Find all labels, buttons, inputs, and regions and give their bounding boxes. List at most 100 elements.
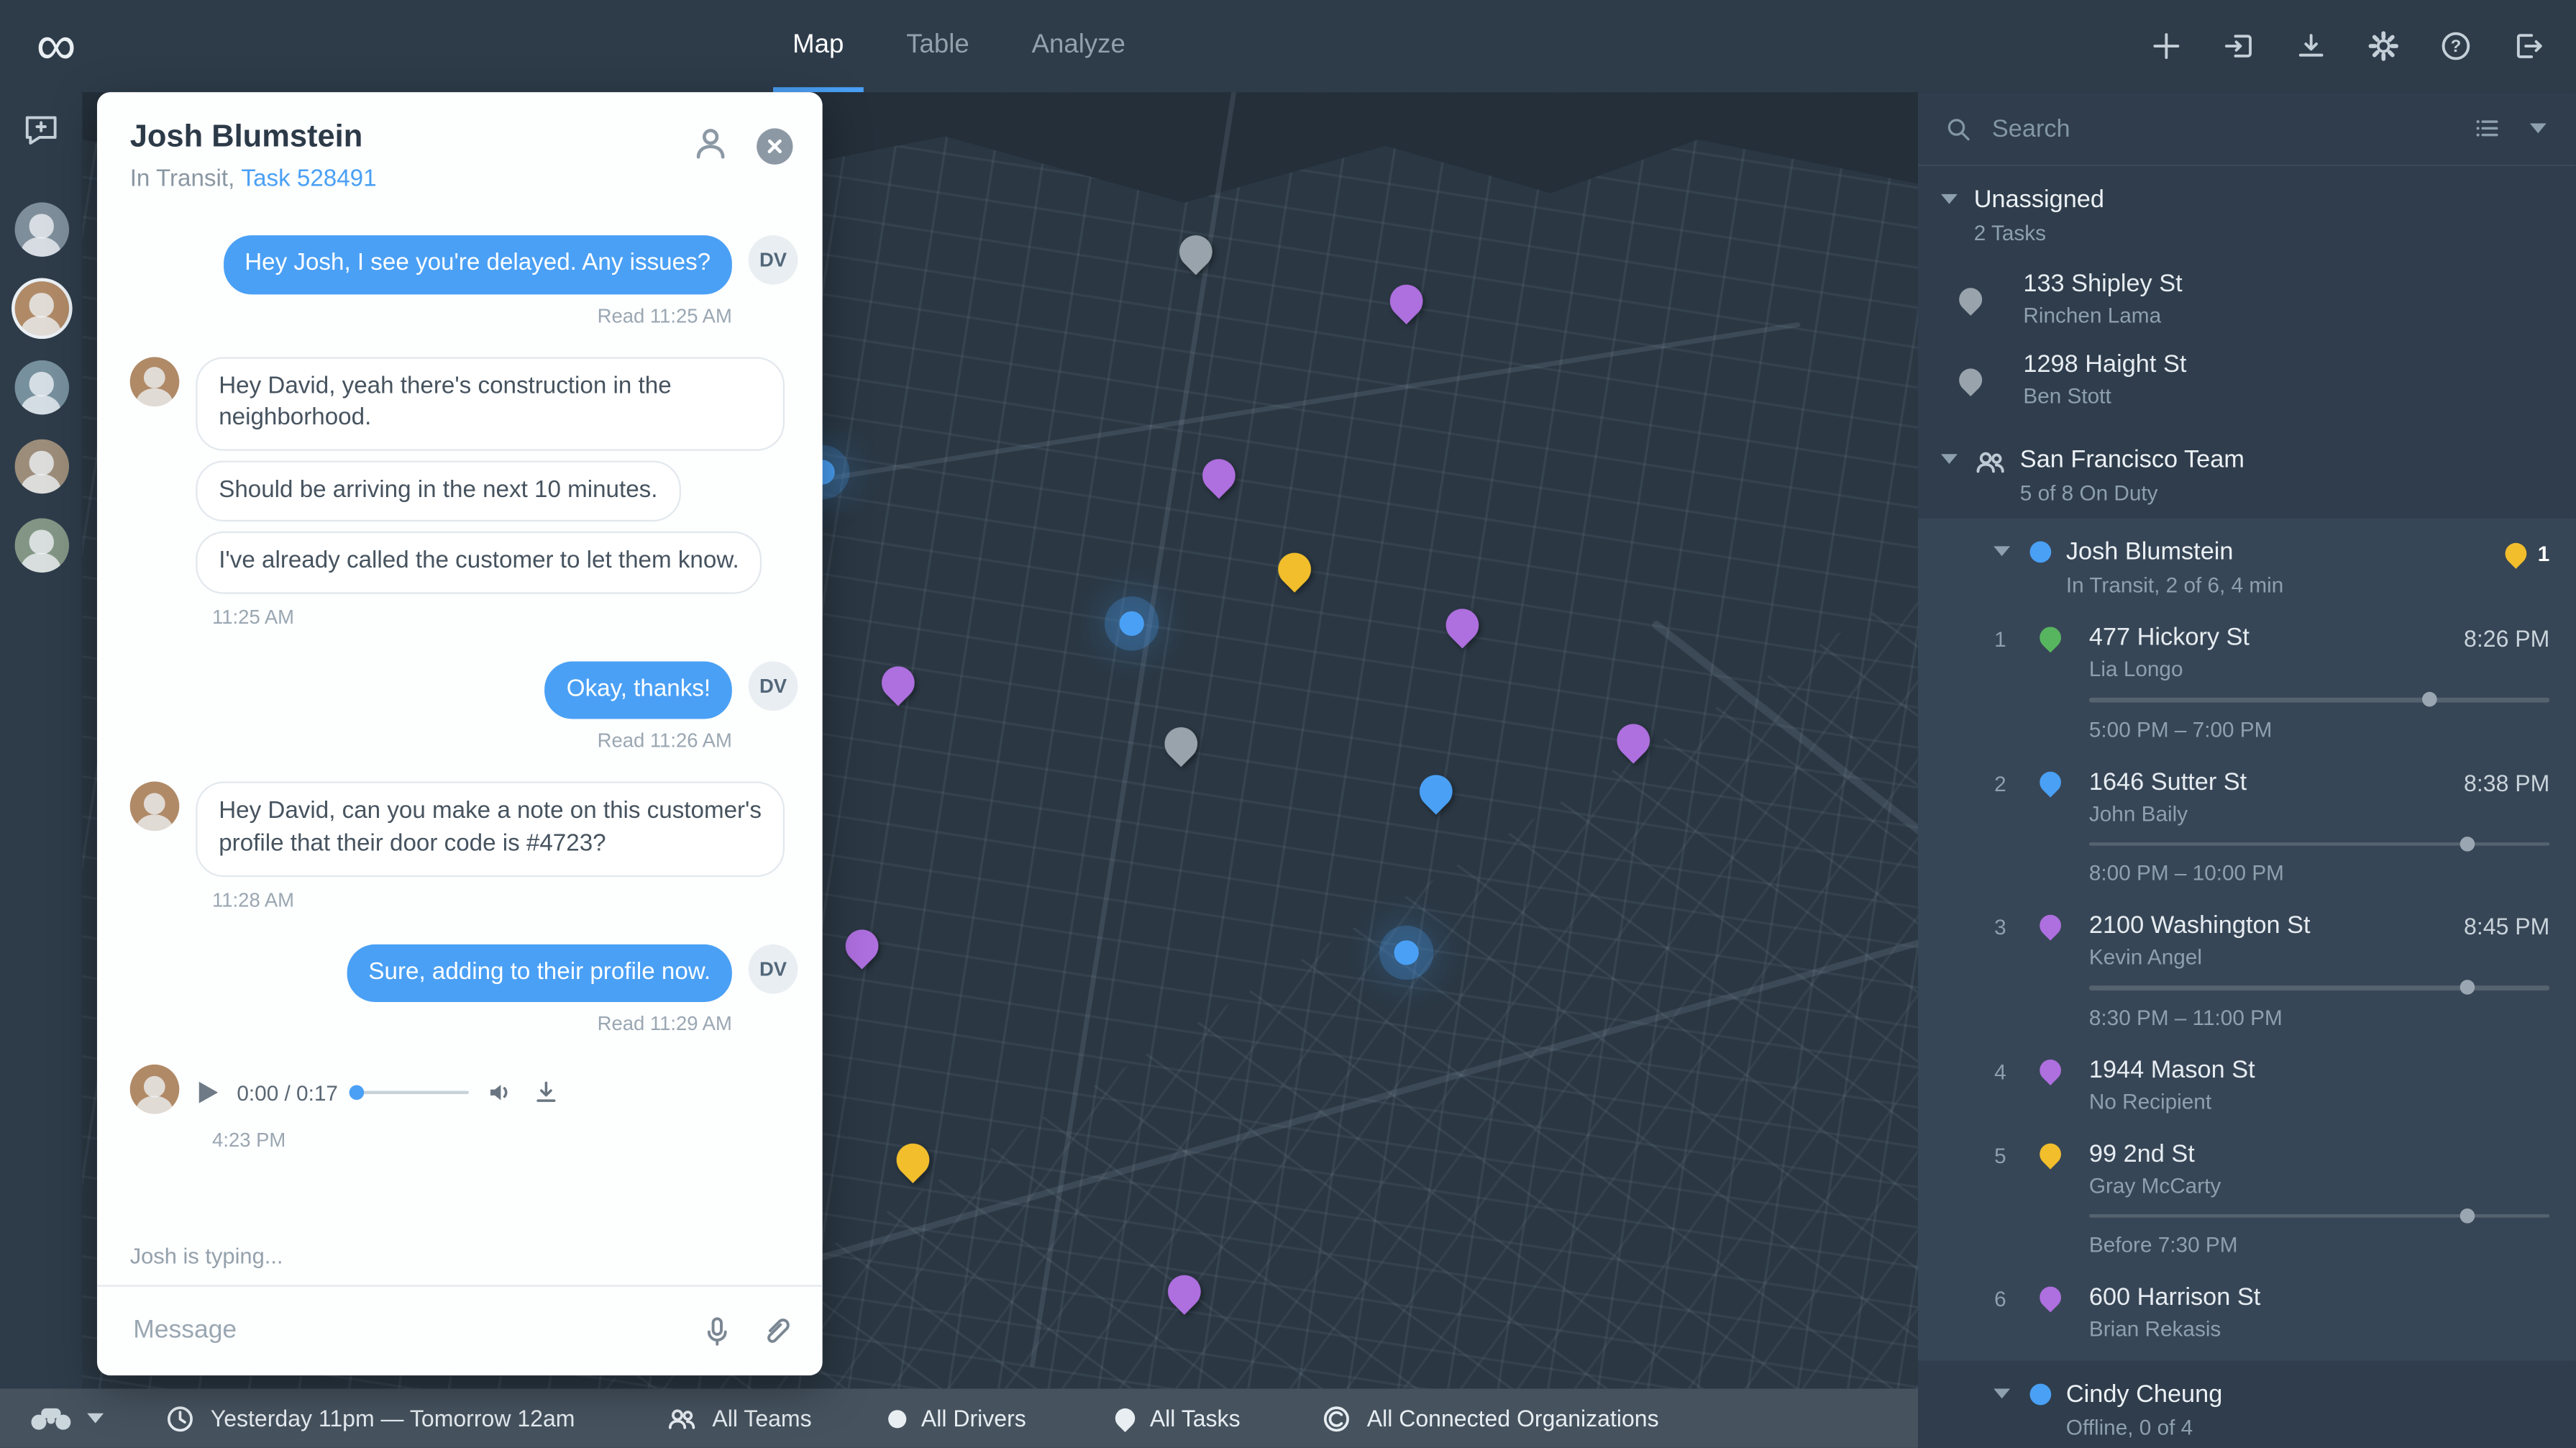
driver-task-row[interactable]: 2 1646 Sutter St John Baily 8:38 PM — [1918, 757, 2576, 828]
driver-texts: Josh Blumstein In Transit, 2 of 6, 4 min — [2066, 538, 2505, 597]
map-task-pin[interactable] — [1173, 229, 1220, 276]
map-task-pin[interactable] — [1161, 1268, 1208, 1315]
driver-task-row[interactable]: 1 477 Hickory St Lia Longo 8:26 PM — [1918, 614, 2576, 684]
gear-icon — [2367, 29, 2400, 63]
task-time-slider[interactable] — [2089, 1214, 2549, 1218]
binoculars-icon — [29, 1406, 72, 1430]
task-eta: 8:38 PM — [2464, 768, 2549, 796]
driver-status-dot — [2030, 1384, 2052, 1406]
audio-play-button[interactable] — [196, 1080, 220, 1106]
contact-avatar[interactable] — [14, 440, 68, 493]
export-download-button[interactable] — [2283, 18, 2339, 74]
driver-task-row[interactable]: 3 2100 Washington St Kevin Angel 8:45 PM — [1918, 901, 2576, 972]
download-icon — [2295, 29, 2328, 63]
section-team[interactable]: San Francisco Team 5 of 8 On Duty — [1918, 419, 2576, 518]
task-number: 3 — [1977, 911, 2023, 939]
chat-header-actions — [691, 124, 793, 168]
message-outgoing: Hey Josh, I see you're delayed. Any issu… — [130, 235, 798, 293]
map-task-pin[interactable] — [1158, 721, 1205, 768]
audio-seek-slider[interactable] — [355, 1091, 470, 1095]
map-task-pin[interactable] — [1439, 602, 1486, 649]
close-chat-button[interactable] — [757, 127, 793, 163]
chevron-down-icon — [2530, 124, 2547, 134]
sort-menu-button[interactable] — [2524, 109, 2553, 148]
chevron-down-icon[interactable] — [1941, 454, 1958, 464]
tab-analyze[interactable]: Analyze — [1012, 0, 1145, 92]
task-texts: 1944 Mason St No Recipient — [2076, 1055, 2550, 1113]
message-bubble-incoming: Should be arriving in the next 10 minute… — [196, 460, 680, 522]
driver-row[interactable]: Cindy Cheung Offline, 0 of 4 — [1918, 1361, 2576, 1448]
chevron-down-icon[interactable] — [1941, 194, 1958, 204]
slider-handle[interactable] — [2422, 692, 2437, 707]
list-view-button[interactable] — [2467, 109, 2507, 148]
help-button[interactable]: ? — [2428, 18, 2484, 74]
map-task-pin[interactable] — [1412, 768, 1459, 815]
task-address: 1298 Haight St — [2023, 350, 2549, 378]
map-driver-dot[interactable] — [1120, 611, 1144, 636]
contact-avatar[interactable] — [14, 202, 68, 256]
settings-button[interactable] — [2355, 18, 2411, 74]
section-unassigned-titles: Unassigned 2 Tasks — [1974, 186, 2550, 245]
contact-avatar-active[interactable] — [14, 281, 68, 335]
attach-file-button[interactable] — [760, 1315, 793, 1348]
driver-task-row[interactable]: 4 1944 Mason St No Recipient — [1918, 1046, 2576, 1130]
unassigned-task-row[interactable]: 133 Shipley St Rinchen Lama — [1918, 258, 2576, 339]
drivers-filter[interactable]: All Drivers — [888, 1388, 1026, 1447]
tab-map-label: Map — [793, 31, 844, 60]
search-input[interactable] — [1988, 113, 2451, 144]
section-unassigned[interactable]: Unassigned 2 Tasks — [1918, 166, 2576, 258]
tab-table[interactable]: Table — [887, 0, 989, 92]
task-time-slider[interactable] — [2089, 842, 2549, 846]
slider-handle[interactable] — [2459, 980, 2475, 996]
teams-filter[interactable]: All Teams — [666, 1388, 811, 1447]
sign-out-button[interactable] — [2500, 18, 2557, 74]
map-task-pin[interactable] — [1271, 546, 1318, 593]
map-task-pin[interactable] — [1196, 452, 1243, 499]
map-driver-dot[interactable] — [1394, 940, 1418, 965]
task-pin-icon — [1955, 363, 1987, 396]
contact-avatar[interactable] — [14, 518, 68, 572]
plus-icon — [2150, 29, 2183, 63]
task-extra: 8:00 PM – 10:00 PM — [1918, 829, 2576, 902]
pending-task-badge: 1 — [2505, 542, 2549, 566]
unassigned-task-row[interactable]: 1298 Haight St Ben Stott — [1918, 339, 2576, 419]
message-input[interactable] — [130, 1315, 675, 1348]
audio-seek-handle[interactable] — [350, 1085, 365, 1101]
map-task-pin[interactable] — [875, 660, 922, 706]
tab-map[interactable]: Map — [773, 0, 864, 92]
map-task-pin[interactable] — [890, 1137, 936, 1183]
task-window: 5:00 PM – 7:00 PM — [2089, 716, 2549, 741]
map-style-picker[interactable] — [29, 1388, 104, 1447]
slider-handle[interactable] — [2459, 837, 2475, 852]
organizations-filter[interactable]: All Connected Organizations — [1321, 1388, 1659, 1447]
audio-download-button[interactable] — [532, 1078, 562, 1107]
chevron-down-icon[interactable] — [1993, 546, 2010, 556]
slider-handle[interactable] — [2459, 1208, 2475, 1223]
driver-avatar — [130, 356, 180, 406]
message-incoming: Hey David, can you make a note on this c… — [130, 782, 798, 876]
task-pin-wrap — [2023, 768, 2075, 792]
add-task-button[interactable] — [2138, 18, 2194, 74]
new-chat-button[interactable] — [17, 105, 66, 159]
task-time-slider[interactable] — [2089, 698, 2549, 702]
driver-row[interactable]: Josh Blumstein In Transit, 2 of 6, 4 min… — [1918, 518, 2576, 614]
chat-task-link[interactable]: Task 528491 — [241, 166, 376, 193]
tasks-filter[interactable]: All Tasks — [1115, 1388, 1241, 1447]
chevron-down-icon[interactable] — [1993, 1388, 2010, 1398]
map-task-pin[interactable] — [1383, 278, 1430, 324]
map-task-pin[interactable] — [839, 923, 885, 970]
driver-task-row[interactable]: 6 600 Harrison St Brian Rekasis — [1918, 1273, 2576, 1360]
time-range-filter[interactable]: Yesterday 11pm — Tomorrow 12am — [165, 1388, 575, 1447]
audio-volume-button[interactable] — [486, 1078, 516, 1107]
chat-rail — [0, 92, 82, 1388]
view-profile-button[interactable] — [691, 124, 731, 168]
contact-avatar[interactable] — [14, 360, 68, 414]
voice-message-button[interactable] — [700, 1315, 734, 1348]
chevron-down-icon[interactable] — [87, 1413, 104, 1424]
pending-pin-icon — [2500, 539, 2531, 569]
import-tasks-button[interactable] — [2211, 18, 2267, 74]
driver-task-row[interactable]: 5 99 2nd St Gray McCarty — [1918, 1129, 2576, 1200]
map-task-pin[interactable] — [1610, 717, 1657, 764]
task-time-slider[interactable] — [2089, 985, 2549, 990]
task-number: 4 — [1977, 1055, 2023, 1083]
